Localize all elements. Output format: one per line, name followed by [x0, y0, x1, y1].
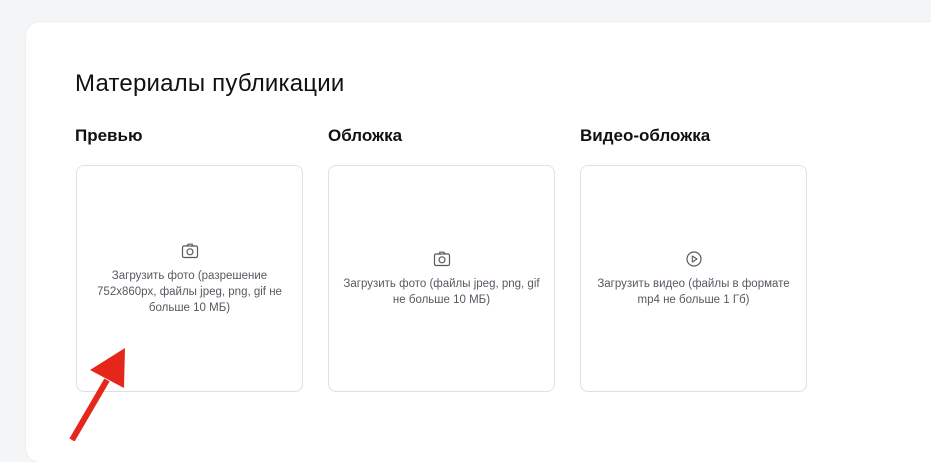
video-cover-upload-box[interactable]: Загрузить видео (файлы в формате mp4 не …: [580, 165, 807, 392]
video-cover-title: Видео-обложка: [580, 126, 711, 145]
camera-icon: [433, 251, 450, 266]
section-title: Материалы публикации: [75, 70, 345, 97]
video-cover-upload-hint: Загрузить видео (файлы в формате mp4 не …: [597, 277, 790, 306]
play-circle-icon: [685, 250, 702, 267]
annotation-arrow-icon: [69, 348, 125, 441]
cover-upload-box[interactable]: Загрузить фото (файлы jpeg, png, gif не …: [328, 165, 555, 392]
preview-title: Превью: [75, 126, 143, 145]
cover-upload-hint: Загрузить фото (файлы jpeg, png, gif не …: [343, 277, 540, 306]
camera-icon: [181, 243, 198, 258]
cover-title: Обложка: [328, 126, 403, 145]
preview-upload-hint: Загрузить фото (разрешение 752x860px, фа…: [97, 269, 282, 314]
